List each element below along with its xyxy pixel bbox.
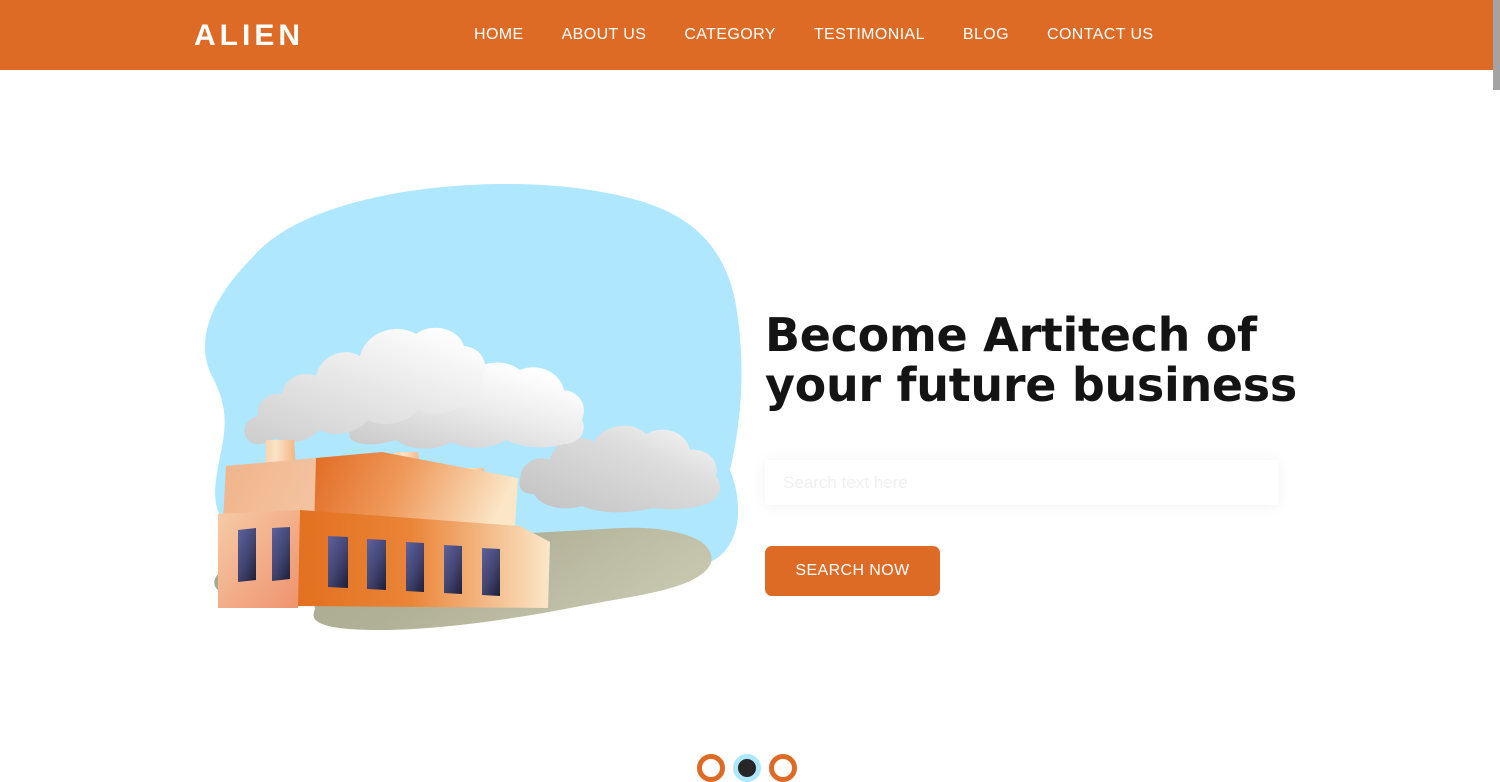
nav-item-blog[interactable]: BLOG — [963, 24, 1009, 46]
factory-illustration — [190, 180, 750, 660]
brand-logo[interactable]: ALIEN — [194, 20, 304, 52]
page-scrollbar-thumb[interactable] — [1493, 0, 1500, 90]
search-input[interactable] — [765, 460, 1278, 505]
nav-item-about-us[interactable]: ABOUT US — [562, 24, 647, 46]
hero-title: Become Artitech of your future business — [765, 308, 1297, 412]
nav-item-category[interactable]: CATEGORY — [684, 24, 776, 46]
hero-section: Become Artitech of your future business … — [0, 70, 1493, 782]
nav-item-contact-us[interactable]: CONTACT US — [1047, 24, 1154, 46]
search-now-button[interactable]: SEARCH NOW — [765, 546, 940, 596]
nav-item-home[interactable]: HOME — [474, 24, 524, 46]
carousel-dot-2[interactable] — [732, 754, 761, 782]
carousel-dot-1[interactable] — [696, 754, 725, 782]
site-header: ALIEN HOME ABOUT US CATEGORY TESTIMONIAL… — [0, 0, 1493, 70]
carousel-pagination — [0, 754, 1493, 782]
nav-item-testimonial[interactable]: TESTIMONIAL — [814, 24, 925, 46]
carousel-dot-3[interactable] — [768, 754, 797, 782]
page-scrollbar-track[interactable] — [1493, 0, 1500, 720]
main-navigation: HOME ABOUT US CATEGORY TESTIMONIAL BLOG … — [474, 24, 1154, 46]
